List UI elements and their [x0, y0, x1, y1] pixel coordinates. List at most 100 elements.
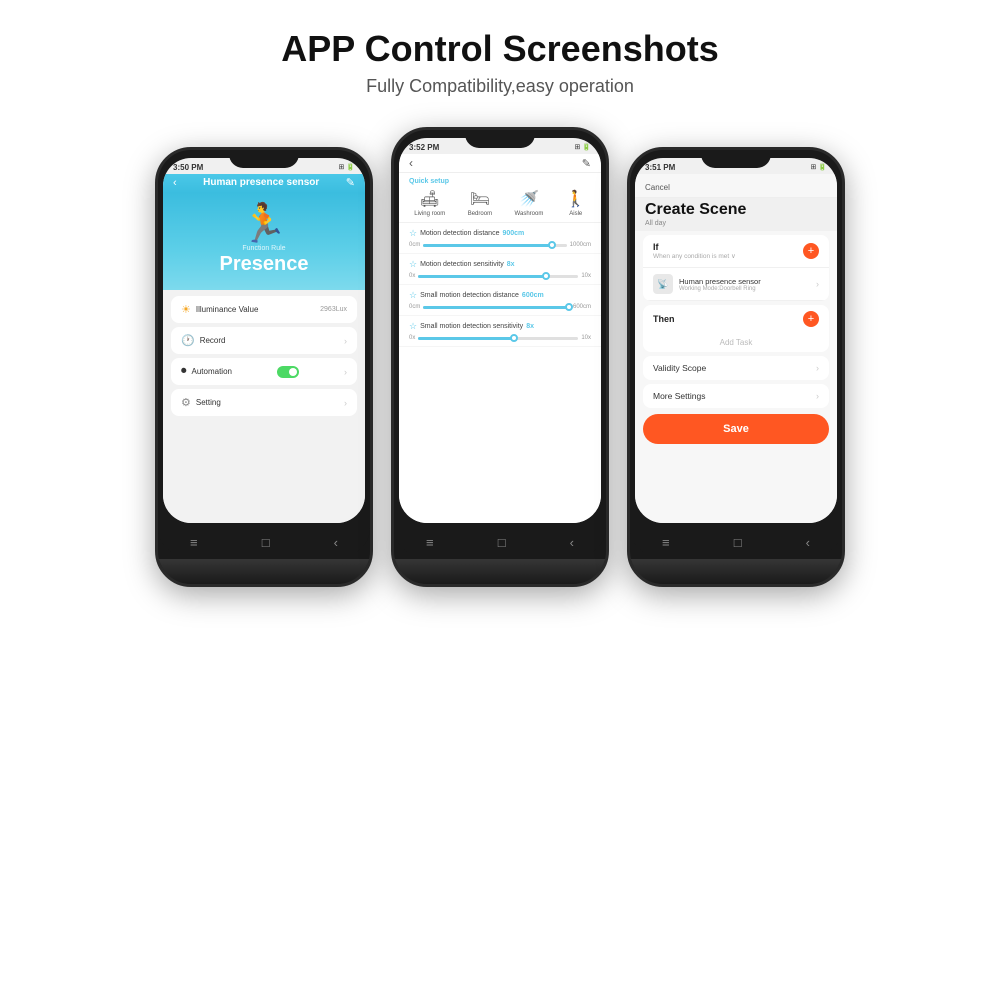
add-task-label[interactable]: Add Task [643, 333, 829, 352]
sensor-info: Human presence sensor Working Mode:Doorb… [679, 277, 810, 292]
motion-sensitivity-section: ☆ Motion detection sensitivity 8x 0x 10x [399, 254, 601, 285]
record-label: Record [200, 336, 226, 345]
slider3-thumb[interactable] [565, 303, 573, 311]
sensor-row[interactable]: 📡 Human presence sensor Working Mode:Doo… [643, 268, 829, 301]
bottom-nav-2: ≡ □ ‹ [394, 528, 606, 556]
slider2-track[interactable] [418, 275, 578, 278]
notch-3 [701, 150, 771, 168]
cancel-button[interactable]: Cancel [645, 183, 670, 192]
quick-icons: 🛋 Living room 🛏 Bedroom 🚿 Washroom 🚶 Ais… [399, 187, 601, 223]
setting-row[interactable]: ⚙ Setting › [171, 389, 357, 416]
menu-icon-3[interactable]: ≡ [662, 535, 670, 550]
slider3-max: 600cm [573, 304, 591, 310]
automation-toggle[interactable] [277, 366, 299, 378]
slider-row-3: 0cm 600cm [409, 304, 591, 310]
room-washroom[interactable]: 🚿 Washroom [515, 189, 544, 217]
living-room-icon: 🛋 [420, 189, 440, 209]
slider1-thumb[interactable] [548, 241, 556, 249]
then-add-button[interactable]: + [803, 311, 819, 327]
record-row[interactable]: 🕐 Record › [171, 327, 357, 354]
p1-header-title: Human presence sensor [177, 177, 346, 188]
small-motion-distance-label: Small motion detection distance [420, 292, 519, 299]
motion-distance-section: ☆ Motion detection distance 900cm 0cm 10… [399, 223, 601, 254]
illuminance-row[interactable]: ☀ Illuminance Value 2963Lux [171, 296, 357, 323]
edit-icon-1[interactable]: ✎ [346, 176, 355, 189]
slider4-fill [418, 337, 514, 340]
slider1-track[interactable] [423, 244, 566, 247]
automation-row[interactable]: ⏺ Automation › [171, 358, 357, 385]
reflection-3 [630, 559, 842, 584]
motion-icon-3: ☆ [409, 290, 417, 301]
slider1-fill [423, 244, 552, 247]
if-condition: When any condition is met ∨ [653, 252, 736, 260]
room-bedroom[interactable]: 🛏 Bedroom [468, 189, 492, 217]
motion-distance-label: Motion detection distance [420, 230, 499, 237]
menu-icon-1[interactable]: ≡ [190, 535, 198, 550]
screen-1: 3:50 PM ⊞ 🔋 ‹ Human presence sensor ✎ 🏃 … [163, 158, 365, 523]
toggle-icon: ⏺ [181, 365, 187, 378]
back-icon-nav-2[interactable]: ‹ [570, 535, 574, 550]
more-settings-row[interactable]: More Settings › [643, 384, 829, 408]
room-living[interactable]: 🛋 Living room [414, 189, 445, 217]
setting-arrow-icon: › [344, 398, 347, 408]
small-motion-distance-value: 600cm [522, 292, 544, 299]
slider-row-4: 0x 10x [409, 335, 591, 341]
validity-arrow-icon: › [816, 363, 819, 373]
living-room-label: Living room [414, 211, 445, 217]
p1-body: ☀ Illuminance Value 2963Lux 🕐 Record › ⏺ [163, 290, 365, 523]
status-icons-2: ⊞ 🔋 [574, 143, 591, 151]
slider4-max: 10x [581, 335, 591, 341]
if-section: If When any condition is met ∨ + 📡 Human… [643, 235, 829, 301]
status-time-1: 3:50 PM [173, 163, 203, 172]
home-icon-2[interactable]: □ [498, 535, 506, 550]
motion-sensitivity-value: 8x [507, 261, 515, 268]
reflection-2 [394, 559, 606, 584]
validity-scope-label: Validity Scope [653, 363, 706, 373]
menu-icon-2[interactable]: ≡ [426, 535, 434, 550]
slider3-track[interactable] [423, 306, 570, 309]
slider2-fill [418, 275, 546, 278]
p1-hero: 🏃 Function Rule Presence [163, 193, 365, 290]
home-icon-1[interactable]: □ [262, 535, 270, 550]
more-settings-arrow-icon: › [816, 391, 819, 401]
validity-scope-row[interactable]: Validity Scope › [643, 356, 829, 380]
small-motion-sensitivity-section: ☆ Small motion detection sensitivity 8x … [399, 316, 601, 347]
if-add-button[interactable]: + [803, 243, 819, 259]
washroom-icon: 🚿 [519, 189, 539, 209]
back-icon-nav-1[interactable]: ‹ [334, 535, 338, 550]
slider-row-2: 0x 10x [409, 273, 591, 279]
slider4-track[interactable] [418, 337, 578, 340]
page-subtitle: Fully Compatibility,easy operation [281, 76, 718, 97]
sensor-name: Human presence sensor [679, 277, 810, 286]
motion-icon-2: ☆ [409, 259, 417, 270]
setting-label: Setting [196, 398, 221, 407]
motion-sensitivity-label: Motion detection sensitivity [420, 261, 504, 268]
if-row: If When any condition is met ∨ + [643, 235, 829, 268]
home-icon-3[interactable]: □ [734, 535, 742, 550]
allday-label: All day [635, 220, 837, 231]
room-aisle[interactable]: 🚶 Aisle [566, 189, 586, 217]
sensor-thumbnail: 📡 [653, 274, 673, 294]
back-icon-nav-3[interactable]: ‹ [806, 535, 810, 550]
bedroom-icon: 🛏 [470, 189, 490, 209]
automation-arrow-icon: › [344, 367, 347, 377]
slider2-max: 10x [581, 273, 591, 279]
washroom-label: Washroom [515, 211, 544, 217]
save-button[interactable]: Save [643, 414, 829, 444]
then-label: Then [653, 314, 675, 324]
sun-icon: ☀ [181, 303, 191, 316]
notch-1 [229, 150, 299, 168]
small-motion-sensitivity-value: 8x [526, 323, 534, 330]
back-icon-2[interactable]: ‹ [409, 156, 413, 170]
screen-2: 3:52 PM ⊞ 🔋 ‹ ✎ Quick setup 🛋 Living roo… [399, 138, 601, 523]
then-row: Then + [643, 305, 829, 333]
motion-icon-1: ☆ [409, 228, 417, 239]
gear-icon: ⚙ [181, 396, 191, 409]
edit-icon-2[interactable]: ✎ [582, 157, 591, 170]
page-title: APP Control Screenshots [281, 28, 718, 70]
illuminance-label: Illuminance Value [196, 305, 259, 314]
bottom-nav-3: ≡ □ ‹ [630, 528, 842, 556]
aisle-label: Aisle [569, 211, 582, 217]
slider4-thumb[interactable] [510, 334, 518, 342]
slider2-thumb[interactable] [542, 272, 550, 280]
